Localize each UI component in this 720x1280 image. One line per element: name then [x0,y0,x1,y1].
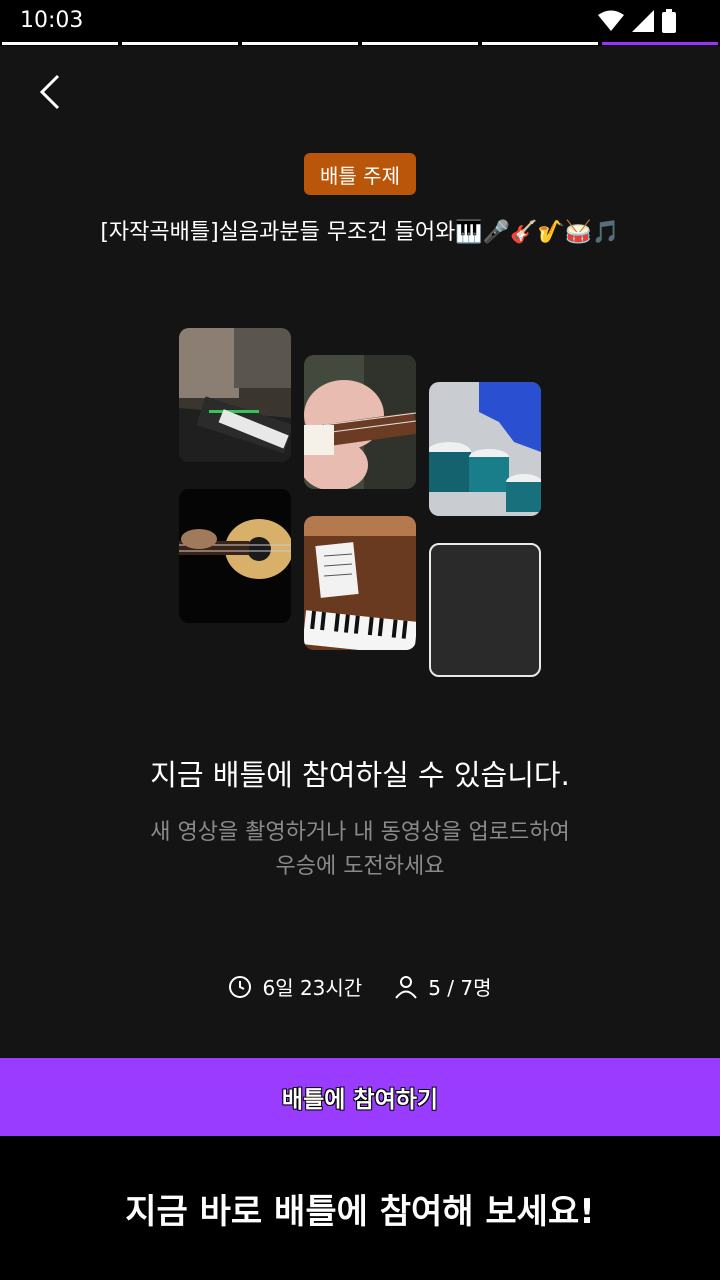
electric-guitar-video-thumbnail [304,355,416,489]
subtext-line-1: 새 영상을 촬영하거나 내 동영상을 업로드하여 [150,820,570,845]
participant-count: 5 / 7명 [394,972,492,1001]
keyboard-video-thumbnail [179,328,291,462]
wifi-icon [598,10,624,31]
status-time: 10:03 [20,8,84,33]
chevron-left-icon[interactable] [36,72,66,112]
promo-footer: 지금 바로 배틀에 참여해 보세요! [0,1136,720,1280]
cell-signal-icon [632,10,654,32]
status-icons [598,9,676,33]
progress-segment [362,42,478,45]
progress-segment [2,42,118,45]
piano-video-thumbnail [304,516,416,650]
progress-segment [482,42,598,45]
progress-segment [242,42,358,45]
progress-segment [122,42,238,45]
topic-title: [자작곡배틀]실음과분들 무조건 들어와🎹🎤🎸🎷🥁🎵 [100,220,620,245]
topic-badge: 배틀 주제 [304,153,416,195]
progress-segment [602,42,718,45]
time-remaining-text: 6일 23시간 [262,976,363,1000]
drums-video-thumbnail [429,382,541,516]
empty-slot[interactable] [429,543,541,677]
join-battle-button[interactable]: 배틀에 참여하기 [0,1058,720,1136]
subtext-line-2: 우승에 도전하세요 [275,854,445,879]
status-bar: 10:03 [0,0,720,42]
participant-count-text: 5 / 7명 [428,976,492,1000]
battle-join-screen: 배틀 주제 [자작곡배틀]실음과분들 무조건 들어와🎹🎤🎸🎷🥁🎵 지금 배틀에 … [0,46,720,1058]
clock-icon [229,975,252,998]
time-remaining: 6일 23시간 [228,972,362,1001]
acoustic-guitar-video-thumbnail [179,489,291,623]
person-icon [395,975,417,999]
headline: 지금 배틀에 참여하실 수 있습니다. [150,758,570,792]
promo-footer-text: 지금 바로 배틀에 참여해 보세요! [125,1191,595,1232]
battle-meta: 6일 23시간 5 / 7명 [0,972,720,1001]
battery-icon [662,9,676,33]
